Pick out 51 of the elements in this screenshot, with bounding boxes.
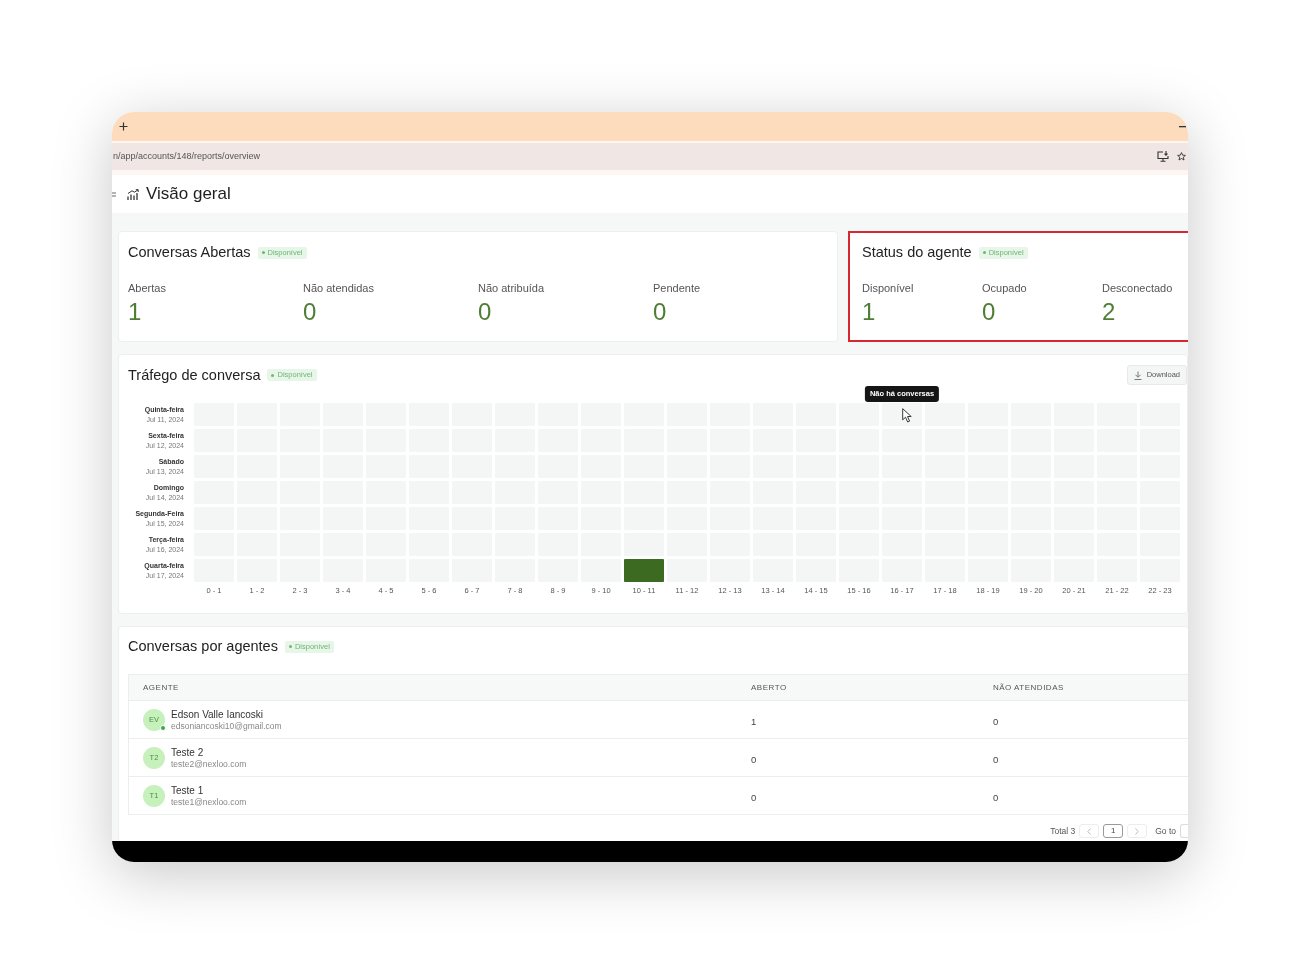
card-title: Conversas Abertas bbox=[128, 244, 251, 261]
download-icon bbox=[1133, 370, 1142, 380]
metric-label: Desconectado bbox=[1102, 281, 1174, 295]
new-tab-icon[interactable] bbox=[119, 122, 128, 131]
metric-label: Não atribuída bbox=[478, 281, 546, 295]
table-cell: 0 bbox=[993, 791, 999, 803]
chart-icon bbox=[127, 188, 139, 200]
metric-label: Disponível bbox=[862, 281, 915, 295]
card-title: Status do agente bbox=[862, 244, 972, 261]
metric-value: 1 bbox=[128, 298, 142, 325]
card-title: Conversas por agentes bbox=[128, 638, 278, 655]
agent-name: Teste 1 bbox=[171, 784, 205, 797]
table-cell: 1 bbox=[751, 715, 757, 727]
page-title: Visão geral bbox=[146, 184, 231, 204]
table-cell: 0 bbox=[751, 791, 757, 803]
pagination-total: Total 3 bbox=[1050, 824, 1076, 838]
goto-label: Go to bbox=[1155, 824, 1176, 838]
metric-value: 1 bbox=[862, 298, 876, 325]
column-header: NÃO ATENDIDAS bbox=[993, 682, 1064, 692]
metric-value: 0 bbox=[982, 298, 996, 325]
url-text[interactable]: n/app/accounts/148/reports/overview bbox=[113, 149, 261, 164]
metric-value: 2 bbox=[1102, 298, 1116, 325]
agent-name: Edson Valle Iancoski bbox=[171, 708, 265, 721]
metric-label: Não atendidas bbox=[303, 281, 375, 295]
metric-value: 0 bbox=[653, 298, 667, 325]
metric-label: Abertas bbox=[128, 281, 167, 295]
metric-label: Pendente bbox=[653, 281, 702, 295]
metric-value: 0 bbox=[303, 298, 317, 325]
agent-email: edsoniancoski10@gmail.com bbox=[171, 720, 282, 731]
install-app-icon[interactable] bbox=[1157, 151, 1169, 162]
table-cell: 0 bbox=[751, 753, 757, 765]
goto-field[interactable] bbox=[1180, 824, 1188, 838]
chevron-right-icon bbox=[1135, 827, 1140, 835]
agent-email: teste2@nexloo.com bbox=[171, 758, 247, 769]
chevron-left-icon bbox=[1087, 827, 1092, 835]
agent-email: teste1@nexloo.com bbox=[171, 796, 247, 807]
star-icon[interactable] bbox=[1177, 152, 1186, 161]
table-cell: 0 bbox=[993, 753, 999, 765]
table-cell: 0 bbox=[993, 715, 999, 727]
metric-value: 0 bbox=[478, 298, 492, 325]
minimize-icon[interactable] bbox=[1179, 125, 1186, 128]
column-header: AGENTE bbox=[143, 682, 179, 692]
page-button[interactable]: 1 bbox=[1103, 824, 1124, 838]
status-dot-icon bbox=[982, 251, 986, 254]
status-dot-icon bbox=[271, 373, 275, 377]
column-header: ABERTO bbox=[751, 682, 787, 692]
status-dot-icon bbox=[288, 645, 292, 648]
agent-name: Teste 2 bbox=[171, 746, 205, 759]
status-dot-icon bbox=[261, 251, 265, 254]
card-title: Tráfego de conversa bbox=[128, 366, 261, 384]
metric-label: Ocupado bbox=[982, 281, 1028, 295]
